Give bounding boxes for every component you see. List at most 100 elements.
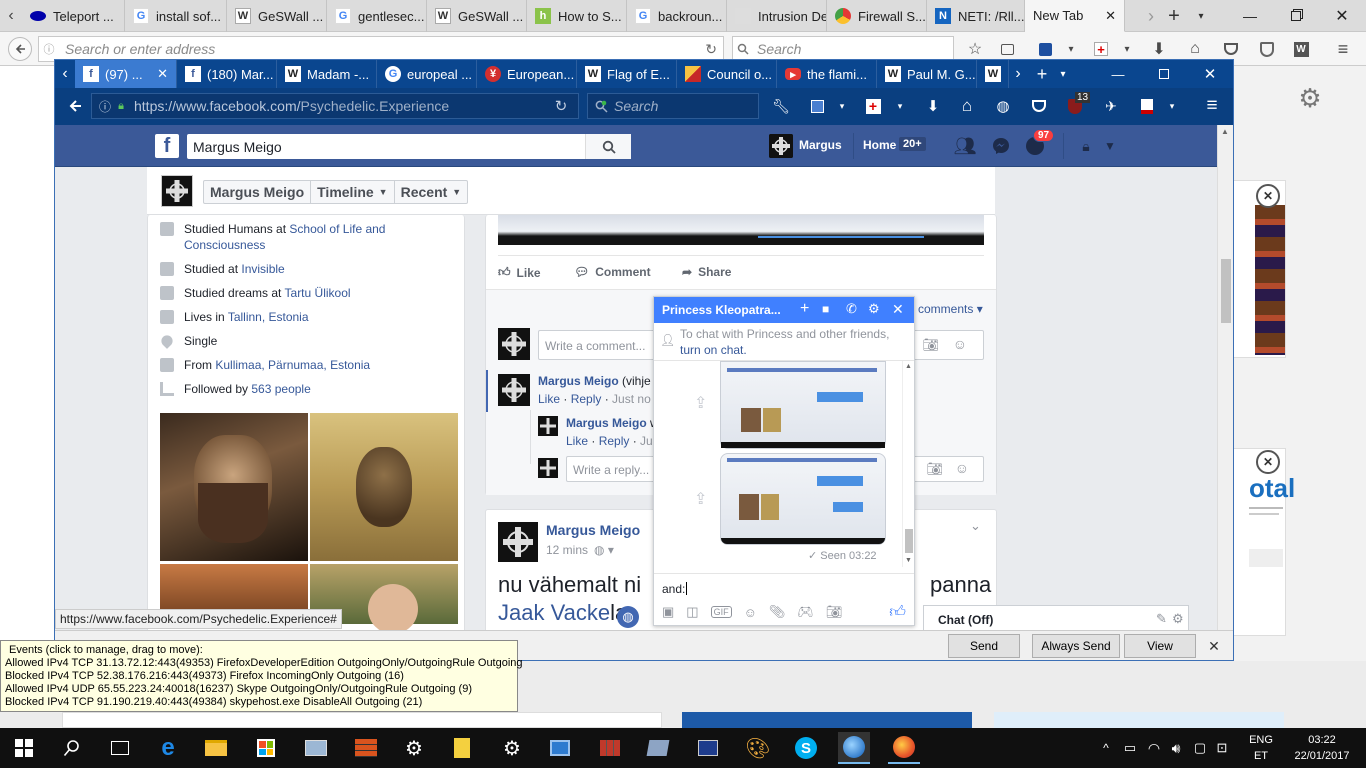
compose-icon[interactable]: ✎	[1156, 611, 1167, 627]
inner-search-field[interactable]: Search	[587, 93, 759, 119]
share-image-2-icon[interactable]: ⇪	[694, 489, 707, 509]
outer-back-button[interactable]	[8, 37, 32, 61]
post-screenshot-image[interactable]	[498, 215, 984, 245]
control-gear-icon[interactable]: ⚙	[496, 732, 528, 764]
camera-icon[interactable]: 📷︎	[922, 337, 939, 353]
save-disk-icon[interactable]	[1034, 38, 1056, 60]
tray-chevron-up-icon[interactable]: ^	[1098, 738, 1114, 758]
inner-tab-7[interactable]: Council o...	[677, 60, 777, 88]
tray-keyboard-icon[interactable]: ▭	[1120, 738, 1140, 758]
outer-tab-10[interactable]: N NETI: /Rll...	[927, 0, 1025, 32]
new-tab-plus-icon[interactable]: +	[1163, 0, 1185, 32]
store-icon[interactable]	[250, 732, 282, 764]
close-thumbnail-2-icon[interactable]: ✕	[1256, 450, 1280, 474]
brick-app-icon[interactable]	[594, 732, 626, 764]
close-inner-tab-icon[interactable]: ✕	[157, 66, 168, 82]
intro-link[interactable]: 563 people	[251, 382, 310, 396]
post-2-author[interactable]: Margus Meigo	[546, 522, 640, 538]
send-like-thumb-icon[interactable]: 👍︎	[889, 603, 906, 622]
chat-settings-icon[interactable]: ⚙	[1172, 611, 1184, 627]
intro-link[interactable]: Invisible	[241, 262, 284, 276]
chat-close-icon[interactable]: ✕	[892, 301, 904, 318]
outer-tab-9[interactable]: Firewall S...	[827, 0, 927, 32]
video-call-icon[interactable]: ■	[822, 302, 829, 316]
photo-2[interactable]	[310, 413, 458, 561]
download-icon[interactable]: ⬇	[1148, 38, 1170, 60]
reply-camera-icon[interactable]: 📷︎	[926, 461, 943, 477]
home-icon[interactable]: ⌂	[1184, 38, 1206, 60]
outer-tab-7[interactable]: Gbackroun...	[627, 0, 727, 32]
chat-header[interactable]: Princess Kleopatra... + ■ ✆ ⚙ ✕	[654, 297, 914, 323]
sticker-icon[interactable]: ◫	[686, 604, 698, 620]
profile-name-button[interactable]: Margus Meigo	[204, 181, 312, 203]
send-bar-close-icon[interactable]: ✕	[1205, 637, 1223, 655]
outer-tab-3[interactable]: W GeSWall ...	[227, 0, 327, 32]
wifi-icon[interactable]: ◠	[1144, 738, 1164, 758]
firefox-icon[interactable]	[888, 732, 920, 764]
outer-tab-8[interactable]: Intrusion Det...	[727, 0, 827, 32]
intro-link[interactable]: Tartu Ülikool	[285, 286, 351, 300]
comment-1-author[interactable]: Margus Meigo	[538, 374, 619, 388]
post-2-time[interactable]: 12 mins	[546, 543, 588, 557]
pocket-icon[interactable]	[1220, 38, 1242, 60]
inner-tab-1[interactable]: f (97) ... ✕	[75, 60, 177, 88]
bottom-thumbnail-2[interactable]	[682, 712, 972, 728]
audience-globe-icon[interactable]: ◍ ▾	[594, 543, 614, 557]
share-button[interactable]: ➦ Share	[682, 265, 731, 279]
chat-sidebar-bar[interactable]: Chat (Off) ✎ ⚙	[923, 605, 1189, 633]
phone-call-icon[interactable]: ✆	[846, 301, 857, 317]
chat-add-person-icon[interactable]: +	[800, 300, 809, 318]
close-tab-icon[interactable]: ✕	[1105, 8, 1116, 24]
close-window-icon[interactable]: ✕	[1320, 0, 1364, 32]
close-thumbnail-1-icon[interactable]: ✕	[1256, 184, 1280, 208]
info-icon[interactable]: ⓘ	[39, 41, 59, 57]
send-button[interactable]: Send	[948, 634, 1020, 658]
outer-tab-5[interactable]: W GeSWall ...	[427, 0, 527, 32]
comment-1-like[interactable]: Like	[538, 392, 560, 406]
extension-icon[interactable]: ✈	[1101, 96, 1121, 116]
firefox-dev-icon[interactable]	[838, 732, 870, 764]
volume-icon[interactable]: 🔊︎	[1166, 738, 1186, 758]
task-view-icon[interactable]	[104, 732, 136, 764]
attach-file-icon[interactable]: 📎︎	[769, 604, 786, 620]
start-windows-icon[interactable]	[8, 732, 40, 764]
reload-icon[interactable]: ↻	[705, 41, 717, 58]
bottom-thumbnail-3[interactable]	[994, 712, 1284, 728]
chat-options-gear-icon[interactable]: ⚙	[868, 301, 880, 317]
user-name-link[interactable]: Margus	[799, 138, 842, 152]
skype-icon[interactable]: S	[790, 732, 822, 764]
remote-app-icon[interactable]	[642, 732, 674, 764]
inner-home-icon[interactable]: ⌂	[957, 96, 977, 116]
intro-link[interactable]: Tallinn, Estonia	[228, 310, 309, 324]
inner-tabs-right-icon[interactable]: ›	[1009, 60, 1027, 88]
inner-url-field[interactable]: ⓘ 🔒︎ https://www.facebook.com/Psychedeli…	[91, 93, 579, 119]
comment-2-like[interactable]: Like	[566, 434, 588, 448]
settings-taskbar-icon[interactable]: ⚙	[398, 732, 430, 764]
outer-tab-6[interactable]: h How to S...	[527, 0, 627, 32]
inner-tab-3[interactable]: W Madam -...	[277, 60, 377, 88]
inner-cross-dropdown-icon[interactable]: ▾	[893, 96, 907, 116]
reading-list-icon[interactable]	[996, 38, 1018, 60]
share-image-1-icon[interactable]: ⇪	[694, 393, 707, 413]
photo-1[interactable]	[160, 413, 308, 561]
scrollbar-thumb[interactable]	[1221, 259, 1231, 323]
outer-tab-4[interactable]: Ggentlesec...	[327, 0, 427, 32]
page-info-icon[interactable]: ⓘ	[96, 98, 114, 115]
chat-image-message-1[interactable]	[720, 361, 886, 449]
inner-new-tab-icon[interactable]: +	[1031, 60, 1053, 88]
post-options-chevron-icon[interactable]: ⌄	[970, 518, 981, 534]
monitor-app-icon[interactable]	[300, 732, 332, 764]
inner-reload-icon[interactable]: ↻	[551, 96, 571, 116]
paint-app-icon[interactable]: 🎨︎	[742, 732, 774, 764]
chat-image-message-2[interactable]	[720, 453, 886, 545]
intro-link[interactable]: Kullimaa, Pärnumaa, Estonia	[215, 358, 370, 372]
games-icon[interactable]: 🎮︎	[797, 604, 814, 620]
inner-tab-8[interactable]: ▸ the flami...	[777, 60, 877, 88]
page-scrollbar[interactable]: ▲ ▼	[1217, 125, 1233, 660]
photo-icon[interactable]: ▣	[662, 604, 674, 620]
inner-tab-list-icon[interactable]: ▾	[1055, 60, 1071, 88]
inner-tab-2[interactable]: f (180) Mar...	[177, 60, 277, 88]
user-avatar[interactable]	[769, 134, 793, 158]
inner-tab-10[interactable]: W	[977, 60, 1009, 88]
wikipedia-toolbar-icon[interactable]: W	[1290, 38, 1312, 60]
